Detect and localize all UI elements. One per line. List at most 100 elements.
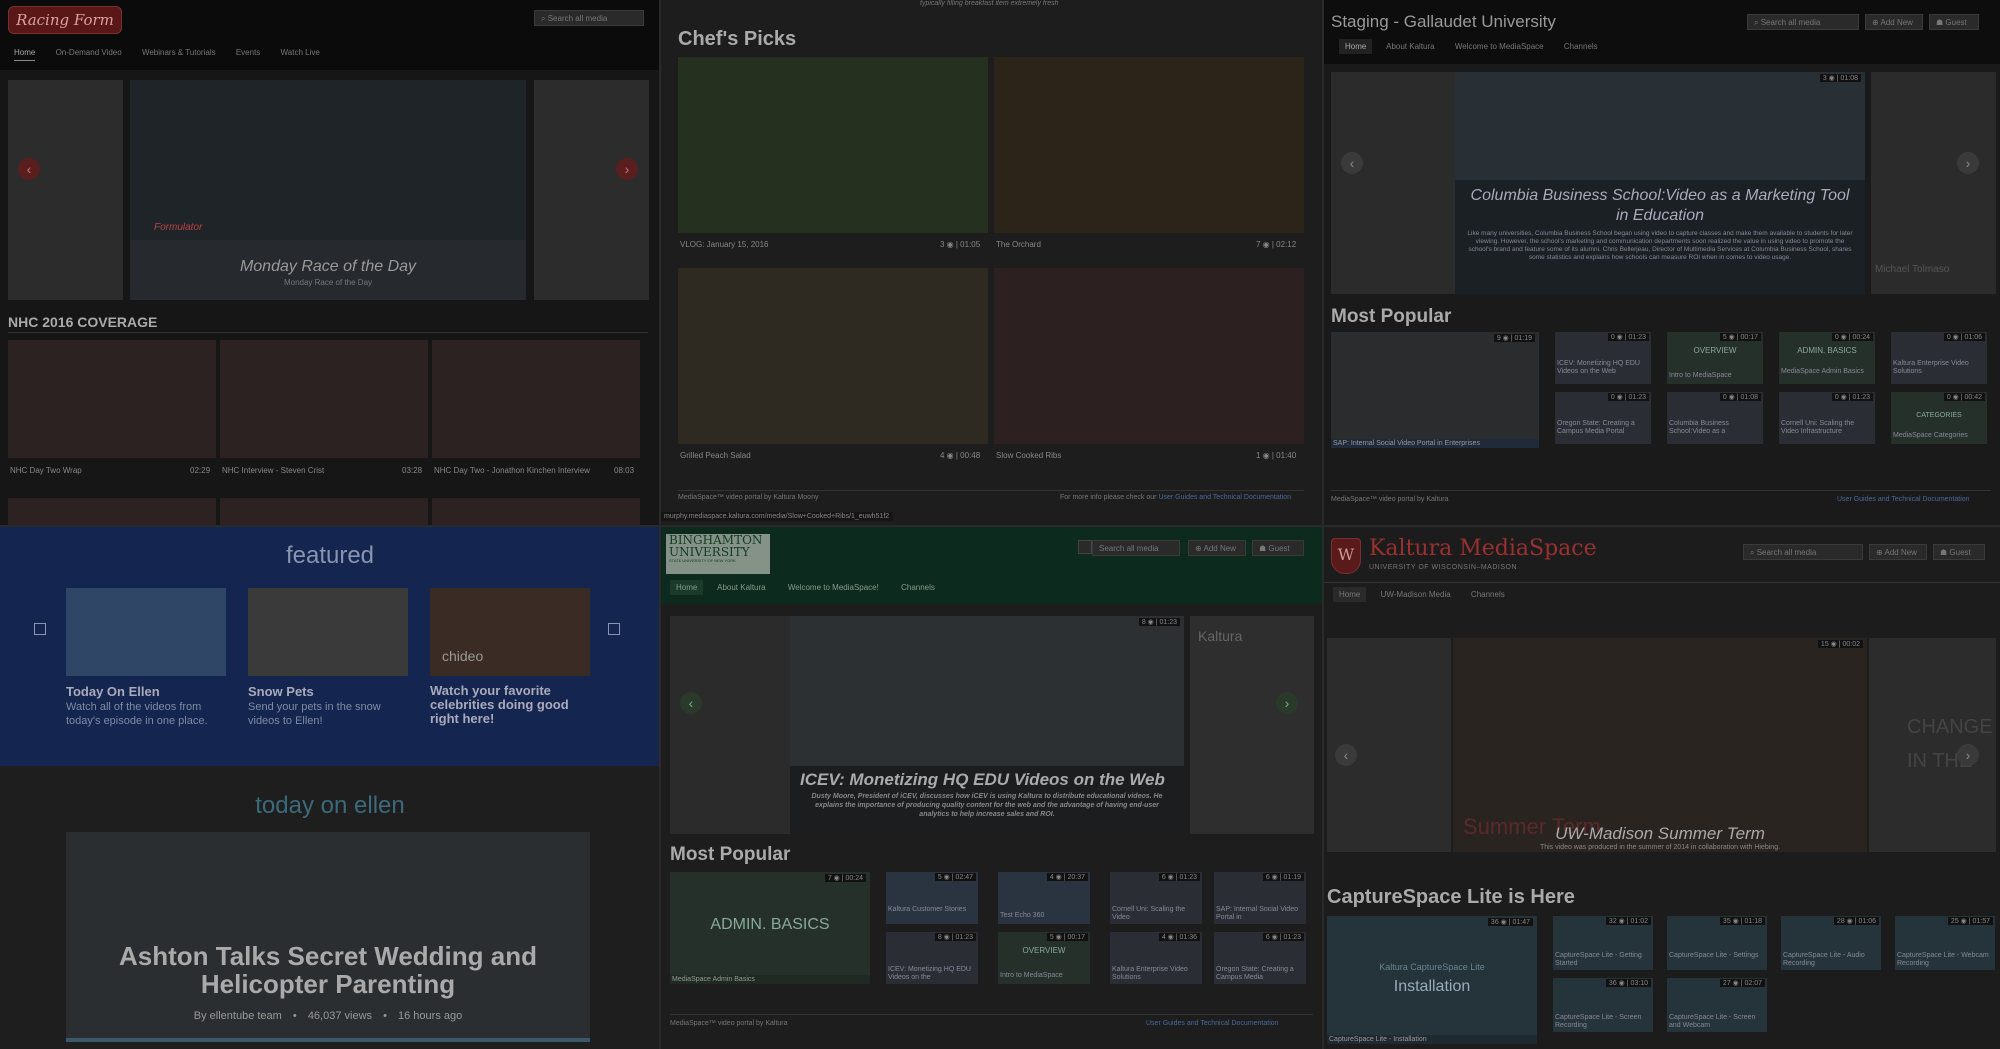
carousel-next-arrow[interactable]: › — [1957, 152, 1979, 174]
popular-thumb-3[interactable]: 6 ◉ | 01:23 Cornell Uni: Scaling the Vide… — [1110, 872, 1202, 924]
featured-thumb-3[interactable]: chideo — [430, 588, 590, 676]
nav-channels[interactable]: Channels — [1564, 42, 1598, 51]
popular-thumb-3[interactable]: 0 ◉ | 00:24 ADMIN. BASICS MediaSpace Admin… — [1779, 332, 1875, 384]
capture-thumb-2[interactable]: 35 ◉ | 01:18 CaptureSpace Lite - Settings — [1667, 916, 1767, 970]
nav-events[interactable]: Events — [236, 48, 260, 57]
nav-welcome[interactable]: Welcome to MediaSpace — [1455, 42, 1544, 51]
chef-title-1[interactable]: VLOG: January 15, 2016 — [680, 240, 769, 249]
add-new-button[interactable]: ⊕ Add New — [1865, 14, 1923, 30]
nav-channels[interactable]: Channels — [1471, 590, 1505, 599]
video-title-2[interactable]: NHC Interview - Steven Crist — [222, 466, 324, 475]
capture-thumb-6[interactable]: 27 ◉ | 02:07 CaptureSpace Lite - Screen a… — [1667, 978, 1767, 1032]
popular-thumb-5[interactable]: 8 ◉ | 01:23 ICEV: Monetizing HQ EDU Video… — [886, 932, 978, 984]
nav-watch-live[interactable]: Watch Live — [281, 48, 320, 57]
nav-webinars[interactable]: Webinars & Tutorials — [142, 48, 216, 57]
chef-thumb-3[interactable] — [678, 268, 988, 444]
carousel-prev-checkbox[interactable] — [34, 623, 46, 635]
video-thumb-2[interactable] — [220, 340, 428, 458]
capture-main-thumb[interactable]: 36 ◉ | 01:47 Kaltura CaptureSpace Lite I… — [1327, 916, 1537, 1044]
video-thumb-row2-1[interactable] — [8, 498, 216, 526]
popular-thumb-4[interactable]: 0 ◉ | 01:06 Kaltura Enterprise Video Solu… — [1891, 332, 1987, 384]
carousel-main-slide[interactable]: 3 ◉ | 01:08 Columbia Business School:Vid… — [1455, 72, 1865, 294]
popular-thumb-1[interactable]: 0 ◉ | 01:23 ICEV: Monetizing HQ EDU Video… — [1555, 332, 1651, 384]
popular-thumb-8[interactable]: 0 ◉ | 00:42 CATEGORIES MediaSpace Categori… — [1891, 392, 1987, 444]
search-input[interactable]: ⌕ Search all media — [1743, 544, 1863, 560]
chef-title-2[interactable]: The Orchard — [996, 240, 1041, 249]
popular-thumb-7[interactable]: 4 ◉ | 01:36 Kaltura Enterprise Video Solu… — [1110, 932, 1202, 984]
popular-thumb-6[interactable]: 0 ◉ | 01:08 Columbia Business School:Vide… — [1667, 392, 1763, 444]
add-new-button[interactable]: ⊕ Add New — [1869, 544, 1927, 560]
capture-thumb-5[interactable]: 36 ◉ | 03:10 CaptureSpace Lite - Screen R… — [1553, 978, 1653, 1032]
footer-docs-link[interactable]: User Guides and Technical Documentation — [1837, 496, 1970, 503]
search-input[interactable]: Search all media — [1092, 540, 1180, 556]
video-thumb-row2-2[interactable] — [220, 498, 428, 526]
carousel-prev-arrow[interactable]: ‹ — [1335, 744, 1357, 766]
nav-home[interactable]: Home — [1333, 587, 1367, 602]
site-title[interactable]: Staging - Gallaudet University — [1331, 12, 1556, 32]
search-input[interactable]: ⌕ Search all media — [1747, 14, 1859, 30]
nav-welcome[interactable]: Welcome to MediaSpace! — [788, 583, 879, 592]
carousel-main-slide[interactable]: Formulator Monday Race of the Day Monday… — [130, 80, 526, 300]
popular-thumb-7[interactable]: 0 ◉ | 01:23 Cornell Uni: Scaling the Vide… — [1779, 392, 1875, 444]
search-input[interactable]: ⌕ Search all media — [534, 10, 644, 26]
chef-title-4[interactable]: Slow Cooked Ribs — [996, 451, 1061, 460]
nav-about-kaltura[interactable]: About Kaltura — [1386, 42, 1434, 51]
binghamton-logo[interactable]: BINGHAMTON UNIVERSITY STATE UNIVERSITY O… — [666, 534, 770, 574]
nav-uw-media[interactable]: UW-Madison Media — [1381, 590, 1451, 599]
carousel-next-slide[interactable]: CHANGE IN THE — [1869, 638, 1996, 852]
carousel-next-slide[interactable]: Michael Tolmaso — [1871, 72, 1996, 294]
carousel-prev-arrow[interactable]: ‹ — [680, 692, 702, 714]
chef-title-3[interactable]: Grilled Peach Salad — [680, 451, 751, 460]
footer-docs-link[interactable]: User Guides and Technical Documentation — [1158, 494, 1291, 501]
carousel-next-slide[interactable]: Kaltura — [1190, 616, 1314, 834]
popular-thumb-1[interactable]: 5 ◉ | 02:47 Kaltura Customer Stories — [886, 872, 978, 924]
search-toggle[interactable] — [1078, 540, 1092, 554]
featured-thumb-2[interactable] — [248, 588, 408, 676]
site-title[interactable]: Kaltura MediaSpace — [1369, 536, 1597, 561]
carousel-prev-arrow[interactable]: ‹ — [1341, 152, 1363, 174]
popular-thumb-8[interactable]: 6 ◉ | 01:23 Oregon State: Creating a Camp… — [1214, 932, 1306, 984]
capture-thumb-1[interactable]: 32 ◉ | 01:02 CaptureSpace Lite - Getting … — [1553, 916, 1653, 970]
featured-title-1[interactable]: Today On Ellen — [66, 684, 160, 699]
video-thumb-1[interactable] — [8, 340, 216, 458]
chef-thumb-4[interactable] — [994, 268, 1304, 444]
carousel-next-slide[interactable] — [534, 80, 649, 300]
nav-home[interactable]: Home — [14, 48, 36, 61]
guest-menu[interactable]: ☗ Guest — [1252, 540, 1304, 556]
carousel-main-slide[interactable]: 15 ◉ | 00:02 Summer Term UW-Madison Summ… — [1453, 638, 1867, 852]
nav-about-kaltura[interactable]: About Kaltura — [717, 583, 765, 592]
nav-home[interactable]: Home — [670, 580, 704, 595]
popular-thumb-2[interactable]: 5 ◉ | 00:17 OVERVIEW Intro to MediaSpace — [1667, 332, 1763, 384]
carousel-prev-slide[interactable] — [670, 616, 794, 834]
footer-docs-link[interactable]: User Guides and Technical Documentation — [1146, 1020, 1279, 1027]
carousel-prev-slide[interactable] — [8, 80, 123, 300]
carousel-next-checkbox[interactable] — [608, 623, 620, 635]
carousel-next-arrow[interactable]: › — [1957, 744, 1979, 766]
racing-logo[interactable]: Racing Form — [8, 6, 122, 34]
carousel-prev-arrow[interactable]: ‹ — [18, 158, 40, 180]
guest-menu[interactable]: ☗ Guest — [1929, 14, 1979, 30]
add-new-button[interactable]: ⊕ Add New — [1188, 540, 1246, 556]
featured-thumb-1[interactable] — [66, 588, 226, 676]
today-hero-video[interactable]: Ashton Talks Secret Wedding and Helicopt… — [66, 832, 590, 1042]
popular-main-thumb[interactable]: 9 ◉ | 01:19 SAP: Internal Social Video P… — [1331, 332, 1539, 448]
chef-thumb-1[interactable] — [678, 57, 988, 233]
capture-thumb-3[interactable]: 28 ◉ | 01:06 CaptureSpace Lite - Audio Re… — [1781, 916, 1881, 970]
nav-on-demand[interactable]: On-Demand Video — [56, 48, 122, 57]
video-title-3[interactable]: NHC Day Two - Jonathon Kinchen Interview — [434, 466, 590, 475]
popular-thumb-2[interactable]: 4 ◉ | 20:37 Test Echo 360 — [998, 872, 1090, 924]
chef-thumb-2[interactable] — [994, 57, 1304, 233]
carousel-next-arrow[interactable]: › — [616, 158, 638, 180]
popular-thumb-5[interactable]: 0 ◉ | 01:23 Oregon State: Creating a Camp… — [1555, 392, 1651, 444]
video-thumb-row2-3[interactable] — [432, 498, 640, 526]
video-thumb-3[interactable] — [432, 340, 640, 458]
carousel-prev-slide[interactable] — [1331, 72, 1456, 294]
capture-thumb-4[interactable]: 25 ◉ | 01:57 CaptureSpace Lite - Webcam R… — [1895, 916, 1995, 970]
featured-title-3[interactable]: Watch your favorite celebrities doing go… — [430, 684, 590, 726]
popular-thumb-6[interactable]: 5 ◉ | 00:17 OVERVIEW Intro to MediaSpace — [998, 932, 1090, 984]
featured-title-2[interactable]: Snow Pets — [248, 684, 314, 699]
nav-home[interactable]: Home — [1339, 39, 1373, 54]
video-title-1[interactable]: NHC Day Two Wrap — [10, 466, 82, 475]
nav-channels[interactable]: Channels — [901, 583, 935, 592]
popular-main-thumb[interactable]: 7 ◉ | 00:24 ADMIN. BASICS MediaSpace Adm… — [670, 872, 870, 984]
